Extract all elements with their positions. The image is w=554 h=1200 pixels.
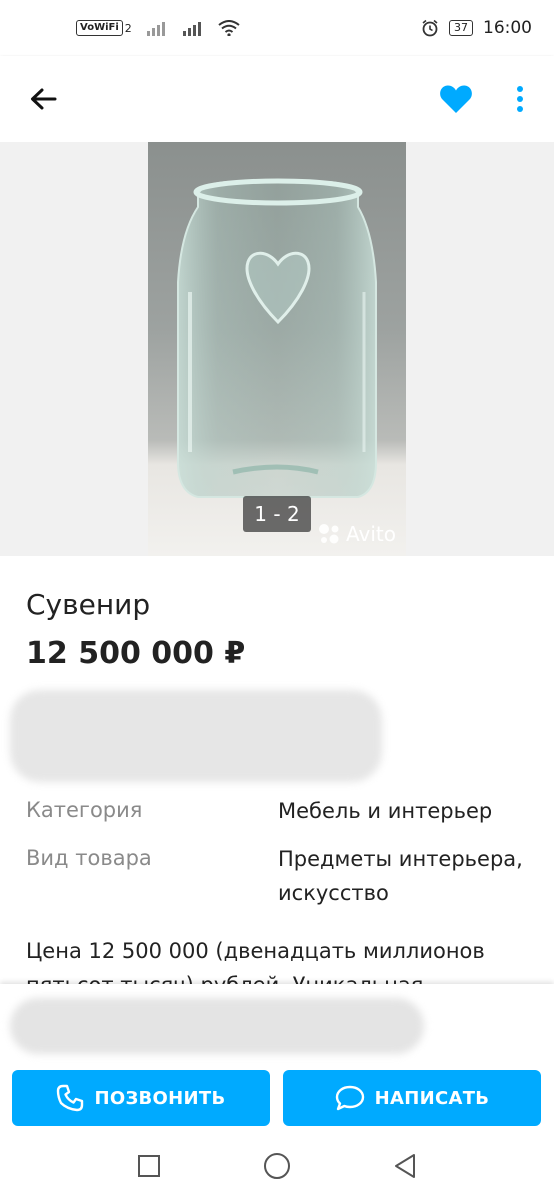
avito-watermark: Avito <box>318 522 396 546</box>
properties-list: Категория Мебель и интерьер Вид товара П… <box>26 798 536 928</box>
status-bar-left: VoWiFi 2 <box>76 20 240 36</box>
sim-number: 2 <box>124 21 132 35</box>
redacted-area <box>10 998 424 1054</box>
square-icon <box>138 1155 160 1177</box>
signal-icon-2 <box>182 22 201 36</box>
arrow-left-icon <box>31 88 57 110</box>
back-nav-button[interactable] <box>390 1151 420 1181</box>
call-button-label: ПОЗВОНИТЬ <box>94 1087 226 1109</box>
photo-counter: 1 - 2 <box>243 496 311 532</box>
system-navigation-bar <box>0 1132 554 1200</box>
recent-apps-button[interactable] <box>134 1151 164 1181</box>
more-vertical-icon <box>517 86 523 112</box>
clock: 16:00 <box>483 18 532 38</box>
call-button[interactable]: ПОЗВОНИТЬ <box>12 1070 270 1126</box>
watermark-text: Avito <box>346 522 396 546</box>
circle-icon <box>264 1153 290 1179</box>
photo-gallery[interactable]: 1 - 2 Avito <box>0 142 554 556</box>
status-bar: VoWiFi 2 37 16:00 <box>0 0 554 56</box>
heart-icon <box>440 85 472 113</box>
more-options-button[interactable] <box>504 79 536 119</box>
property-key: Категория <box>26 798 143 822</box>
glass-jar-image <box>177 178 377 498</box>
phone-icon <box>57 1084 84 1112</box>
avito-logo-icon <box>319 524 339 544</box>
back-button[interactable] <box>24 80 62 118</box>
home-button[interactable] <box>262 1151 292 1181</box>
write-button-label: НАПИСАТЬ <box>374 1087 490 1109</box>
redacted-area <box>10 690 382 782</box>
favorite-button[interactable] <box>434 79 478 119</box>
vowifi-indicator: VoWiFi <box>76 20 123 36</box>
write-button[interactable]: НАПИСАТЬ <box>283 1070 541 1126</box>
status-bar-right: 37 16:00 <box>421 18 532 38</box>
property-row: Категория Мебель и интерьер <box>26 798 536 828</box>
listing-title: Сувенир <box>26 588 151 621</box>
property-value: Мебель и интерьер <box>278 799 493 823</box>
alarm-icon <box>422 19 438 37</box>
property-row: Вид товара Предметы интерьера, искусство <box>26 846 536 910</box>
battery-indicator: 37 <box>449 20 473 36</box>
triangle-back-icon <box>395 1154 415 1178</box>
signal-icon <box>146 22 165 36</box>
product-photo[interactable] <box>148 142 406 556</box>
app-bar <box>0 56 554 142</box>
property-key: Вид товара <box>26 846 152 870</box>
listing-description: Цена 12 500 000 (двенадцать миллионов пя… <box>26 939 485 988</box>
listing-price: 12 500 000 ₽ <box>26 636 246 671</box>
property-value: Предметы интерьера, искусство <box>278 847 523 905</box>
wifi-icon <box>218 20 240 36</box>
chat-bubble-icon <box>335 1085 364 1111</box>
bottom-action-panel: ПОЗВОНИТЬ НАПИСАТЬ <box>0 984 554 1132</box>
